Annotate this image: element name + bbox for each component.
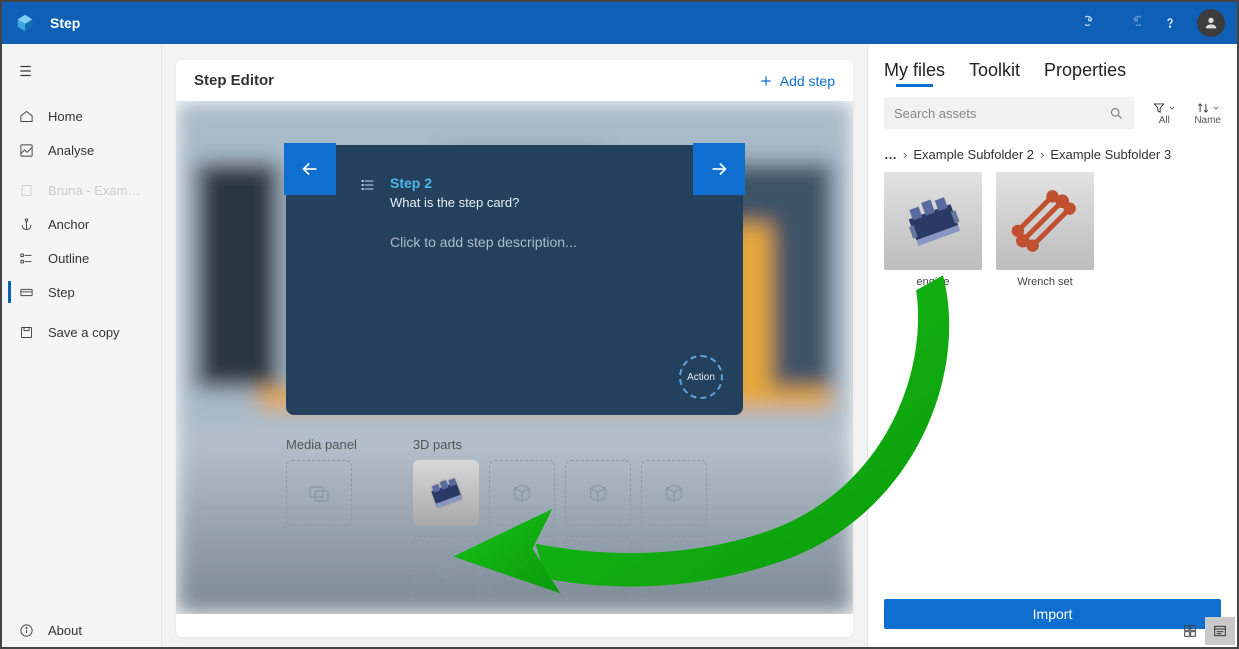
part-slot[interactable] <box>565 460 631 526</box>
sidebar-item-label: Anchor <box>48 217 89 232</box>
import-button[interactable]: Import <box>884 599 1221 629</box>
sidebar-item-label: Home <box>48 109 83 124</box>
part-slot[interactable] <box>489 536 555 602</box>
sidebar-item-save-copy[interactable]: Save a copy <box>2 315 161 349</box>
doc-icon <box>18 182 34 198</box>
add-step-label: Add step <box>780 73 835 89</box>
editor-card: Step Editor Add step <box>176 60 853 637</box>
tab-properties[interactable]: Properties <box>1044 60 1126 81</box>
step-title: Step 2 <box>390 175 519 191</box>
sidebar-item-label: Analyse <box>48 143 94 158</box>
action-label: Action <box>687 372 715 383</box>
step-description-input[interactable]: Click to add step description... <box>390 234 669 250</box>
asset-wrench-set[interactable]: Wrench set <box>996 172 1094 288</box>
sidebar-item-analyse[interactable]: Analyse <box>2 133 161 167</box>
chevron-right-icon: › <box>1040 147 1044 162</box>
media-panel-label: Media panel <box>286 437 357 452</box>
sort-label: Name <box>1194 115 1221 126</box>
sidebar-item-guide[interactable]: Bruna - Example Gui... <box>2 173 161 207</box>
right-panel: My files Toolkit Properties All <box>867 44 1237 647</box>
editor-title: Step Editor <box>194 72 274 89</box>
step-card: Step 2 What is the step card? Click to a… <box>286 145 743 415</box>
anchor-icon <box>18 216 34 232</box>
sidebar-item-home[interactable]: Home <box>2 99 161 133</box>
breadcrumb: … › Example Subfolder 2 › Example Subfol… <box>884 147 1221 162</box>
part-slot[interactable] <box>413 536 479 602</box>
outline-icon <box>18 250 34 266</box>
part-slot[interactable] <box>565 536 631 602</box>
part-slot[interactable] <box>489 460 555 526</box>
asset-thumbnail <box>884 172 982 270</box>
chart-icon <box>18 142 34 158</box>
view-form-button[interactable] <box>1205 617 1235 645</box>
part-slot[interactable] <box>641 536 707 602</box>
tab-my-files[interactable]: My files <box>884 60 945 81</box>
filter-all[interactable]: All <box>1152 101 1176 126</box>
home-icon <box>18 108 34 124</box>
titlebar: Step <box>2 2 1237 44</box>
help-icon[interactable] <box>1159 12 1181 34</box>
asset-engine[interactable]: engine <box>884 172 982 288</box>
sort-name[interactable]: Name <box>1194 101 1221 126</box>
breadcrumb-crumb[interactable]: Example Subfolder 2 <box>913 147 1034 162</box>
sidebar-item-label: Step <box>48 285 75 300</box>
prev-step-button[interactable] <box>284 143 336 195</box>
sidebar-item-about[interactable]: About <box>2 613 161 647</box>
sidebar-item-label: Save a copy <box>48 325 120 340</box>
next-step-button[interactable] <box>693 143 745 195</box>
list-icon <box>360 177 376 193</box>
step-icon <box>18 284 34 300</box>
asset-label: Wrench set <box>1017 276 1072 288</box>
sort-icon <box>1196 101 1210 115</box>
sidebar: Home Analyse Bruna - Example Gui... Anch… <box>2 44 162 647</box>
editor-area: Step Editor Add step <box>162 44 867 647</box>
hamburger-icon[interactable] <box>2 52 161 99</box>
part-slot-filled[interactable] <box>413 460 479 526</box>
parts-panel-label: 3D parts <box>413 437 707 452</box>
sidebar-item-anchor[interactable]: Anchor <box>2 207 161 241</box>
redo-icon[interactable] <box>1121 12 1143 34</box>
view-mode-toggle <box>1175 617 1235 645</box>
step-subtitle: What is the step card? <box>390 195 519 210</box>
search-box[interactable] <box>884 97 1134 129</box>
filter-icon <box>1152 101 1166 115</box>
search-input[interactable] <box>894 106 1109 121</box>
chevron-down-icon <box>1212 104 1220 112</box>
page-title: Step <box>50 15 80 31</box>
sidebar-item-label: About <box>48 623 82 638</box>
part-slot[interactable] <box>641 460 707 526</box>
media-slot[interactable] <box>286 460 352 526</box>
import-label: Import <box>1033 606 1073 622</box>
undo-icon[interactable] <box>1083 12 1105 34</box>
sidebar-item-step[interactable]: Step <box>2 275 161 309</box>
asset-thumbnail <box>996 172 1094 270</box>
view-grid-button[interactable] <box>1175 617 1205 645</box>
breadcrumb-crumb[interactable]: Example Subfolder 3 <box>1050 147 1171 162</box>
search-icon <box>1109 106 1124 121</box>
add-step-button[interactable]: Add step <box>758 73 835 89</box>
save-icon <box>18 324 34 340</box>
app-logo-icon <box>14 12 36 34</box>
user-avatar[interactable] <box>1197 9 1225 37</box>
info-icon <box>18 622 34 638</box>
tab-toolkit[interactable]: Toolkit <box>969 60 1020 81</box>
sidebar-item-label: Bruna - Example Gui... <box>48 183 145 198</box>
asset-label: engine <box>916 276 949 288</box>
chevron-right-icon: › <box>903 147 907 162</box>
action-button[interactable]: Action <box>679 355 723 399</box>
sidebar-item-label: Outline <box>48 251 89 266</box>
breadcrumb-ellipsis[interactable]: … <box>884 147 897 162</box>
sidebar-item-outline[interactable]: Outline <box>2 241 161 275</box>
chevron-down-icon <box>1168 104 1176 112</box>
filter-label: All <box>1159 115 1170 126</box>
